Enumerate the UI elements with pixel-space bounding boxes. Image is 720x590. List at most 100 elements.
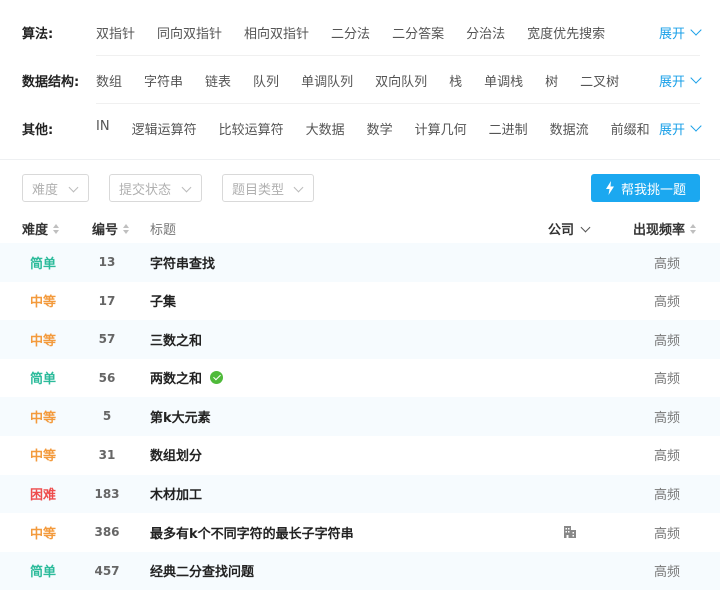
problem-title-link[interactable]: 木材加工 (150, 475, 202, 513)
filter-tag[interactable]: 前缀和 (611, 119, 650, 138)
problem-number: 57 (98, 332, 116, 347)
pick-problem-button[interactable]: 帮我挑一题 (591, 174, 700, 202)
filter-tag[interactable]: 单调队列 (301, 71, 353, 90)
filter-tag[interactable]: IN (96, 119, 110, 138)
problem-table: 简单 13 字符串查找 高频 中等 17 子集 高频 中等 57 三数之和 高频 简单 56 两数之和 高频中… (0, 243, 720, 590)
header-label: 公司 (548, 223, 575, 238)
filter-tag[interactable]: 计算几何 (415, 119, 467, 138)
filter-tag[interactable]: 二分法 (331, 23, 370, 42)
filter-tag[interactable]: 数据流 (550, 119, 589, 138)
problem-number: 183 (94, 486, 120, 501)
filter-tag[interactable]: 树 (545, 71, 558, 90)
sort-icon (123, 223, 130, 234)
expand-label: 展开 (658, 26, 685, 42)
difficulty-badge: 中等 (29, 333, 56, 349)
header-label: 编号 (92, 223, 119, 238)
table-row[interactable]: 简单 56 两数之和 高频 (0, 359, 720, 398)
expand-button[interactable]: 展开 (658, 119, 702, 138)
frequency-label: 高频 (653, 256, 680, 272)
problem-number: 457 (94, 563, 120, 578)
problem-title-link[interactable]: 经典二分查找问题 (150, 552, 254, 590)
filter-tag[interactable]: 二进制 (489, 119, 528, 138)
section-divider (0, 159, 720, 160)
frequency-label: 高频 (653, 410, 680, 426)
chevron-down-icon (68, 182, 79, 193)
filter-tag[interactable]: 分治法 (466, 23, 505, 42)
table-row[interactable]: 中等 17 子集 高频 (0, 282, 720, 321)
chevron-down-icon (690, 72, 702, 84)
problem-title-link[interactable]: 两数之和 (150, 359, 224, 397)
header-company[interactable]: 公司 (548, 219, 591, 238)
table-row[interactable]: 中等 31 数组划分 高频 (0, 436, 720, 475)
filter-tag[interactable]: 相向双指针 (244, 23, 309, 42)
filter-tag[interactable]: 数组 (96, 71, 122, 90)
problem-title: 子集 (150, 295, 177, 311)
problem-title: 字符串查找 (150, 256, 216, 272)
sort-icon (690, 223, 697, 234)
table-row[interactable]: 困难 183 木材加工 高频 (0, 474, 720, 514)
filter-tags: 数组 字符串 链表 队列 单调队列 双向队列 栈 单调栈 树 二叉树 (96, 71, 641, 90)
frequency-label: 高频 (653, 488, 680, 504)
problem-title: 经典二分查找问题 (150, 565, 255, 581)
filter-tag[interactable]: 同向双指针 (157, 23, 222, 42)
problem-title-link[interactable]: 第k大元素 (150, 397, 211, 435)
problem-title-link[interactable]: 子集 (150, 282, 176, 320)
filter-row-data-structure: 数据结构: 数组 字符串 链表 队列 单调队列 双向队列 栈 单调栈 树 二叉树 展开 (0, 56, 720, 104)
filter-tag[interactable]: 大数据 (306, 119, 345, 138)
expand-button[interactable]: 展开 (658, 23, 702, 42)
problem-title-link[interactable]: 字符串查找 (150, 243, 215, 281)
company-icon-cell[interactable] (560, 513, 580, 551)
filter-tag[interactable]: 逻辑运算符 (132, 119, 197, 138)
chevron-down-icon (181, 182, 192, 193)
filter-tag[interactable]: 数学 (367, 119, 393, 138)
frequency-label: 高频 (653, 295, 680, 311)
solved-check-icon (210, 371, 224, 385)
header-label: 出现频率 (633, 223, 686, 238)
expand-label: 展开 (658, 122, 685, 138)
filter-tag[interactable]: 双向队列 (375, 71, 427, 90)
filter-tag[interactable]: 字符串 (144, 71, 183, 90)
table-row[interactable]: 中等 57 三数之和 高频 (0, 320, 720, 359)
problem-title: 最多有k个不同字符的最长子字符串 (150, 526, 354, 542)
header-label: 标题 (150, 223, 177, 238)
table-row[interactable]: 中等 386 最多有k个不同字符的最长子字符串 高频 (0, 513, 720, 552)
filter-tag[interactable]: 单调栈 (484, 71, 523, 90)
header-number[interactable]: 编号 (92, 219, 130, 238)
table-row[interactable]: 简单 457 经典二分查找问题 高频 (0, 551, 720, 590)
header-difficulty[interactable]: 难度 (22, 219, 60, 238)
chevron-down-icon (580, 222, 591, 232)
filter-tags: IN 逻辑运算符 比较运算符 大数据 数学 计算几何 二进制 数据流 前缀和 (96, 119, 672, 138)
filter-tag[interactable]: 二叉树 (580, 71, 619, 90)
problem-type-select[interactable]: 题目类型 (222, 174, 314, 202)
problem-title-link[interactable]: 最多有k个不同字符的最长子字符串 (150, 513, 354, 551)
filter-label: 算法: (22, 26, 54, 42)
frequency-label: 高频 (653, 372, 680, 388)
problem-number: 17 (98, 293, 116, 308)
problem-number: 31 (98, 447, 116, 462)
difficulty-placeholder: 难度 (32, 182, 59, 198)
difficulty-select[interactable]: 难度 (22, 174, 89, 202)
frequency-label: 高频 (653, 333, 680, 349)
status-placeholder: 提交状态 (119, 182, 172, 198)
filter-tag[interactable]: 链表 (205, 71, 231, 90)
table-row[interactable]: 简单 13 字符串查找 高频 (0, 243, 720, 282)
filter-tags: 双指针 同向双指针 相向双指针 二分法 二分答案 分治法 宽度优先搜索 (96, 23, 627, 42)
table-row[interactable]: 中等 5 第k大元素 高频 (0, 397, 720, 436)
problem-title-link[interactable]: 数组划分 (150, 436, 202, 474)
filter-row-other: 其他: IN 逻辑运算符 比较运算符 大数据 数学 计算几何 二进制 数据流 前缀和 展开 (0, 104, 720, 152)
problem-title: 第k大元素 (150, 410, 211, 426)
filter-tag[interactable]: 宽度优先搜索 (527, 23, 605, 42)
filter-tag[interactable]: 栈 (449, 71, 462, 90)
expand-button[interactable]: 展开 (659, 71, 702, 90)
lightning-icon (605, 181, 614, 195)
filter-label: 其他: (22, 122, 54, 138)
chevron-down-icon (293, 182, 304, 193)
submit-status-select[interactable]: 提交状态 (109, 174, 202, 202)
problem-title-link[interactable]: 三数之和 (150, 320, 202, 358)
filter-tag[interactable]: 双指针 (96, 23, 135, 42)
building-icon (564, 526, 576, 539)
filter-tag[interactable]: 比较运算符 (219, 119, 284, 138)
filter-tag[interactable]: 队列 (253, 71, 279, 90)
header-frequency[interactable]: 出现频率 (633, 219, 697, 238)
filter-tag[interactable]: 二分答案 (392, 23, 444, 42)
